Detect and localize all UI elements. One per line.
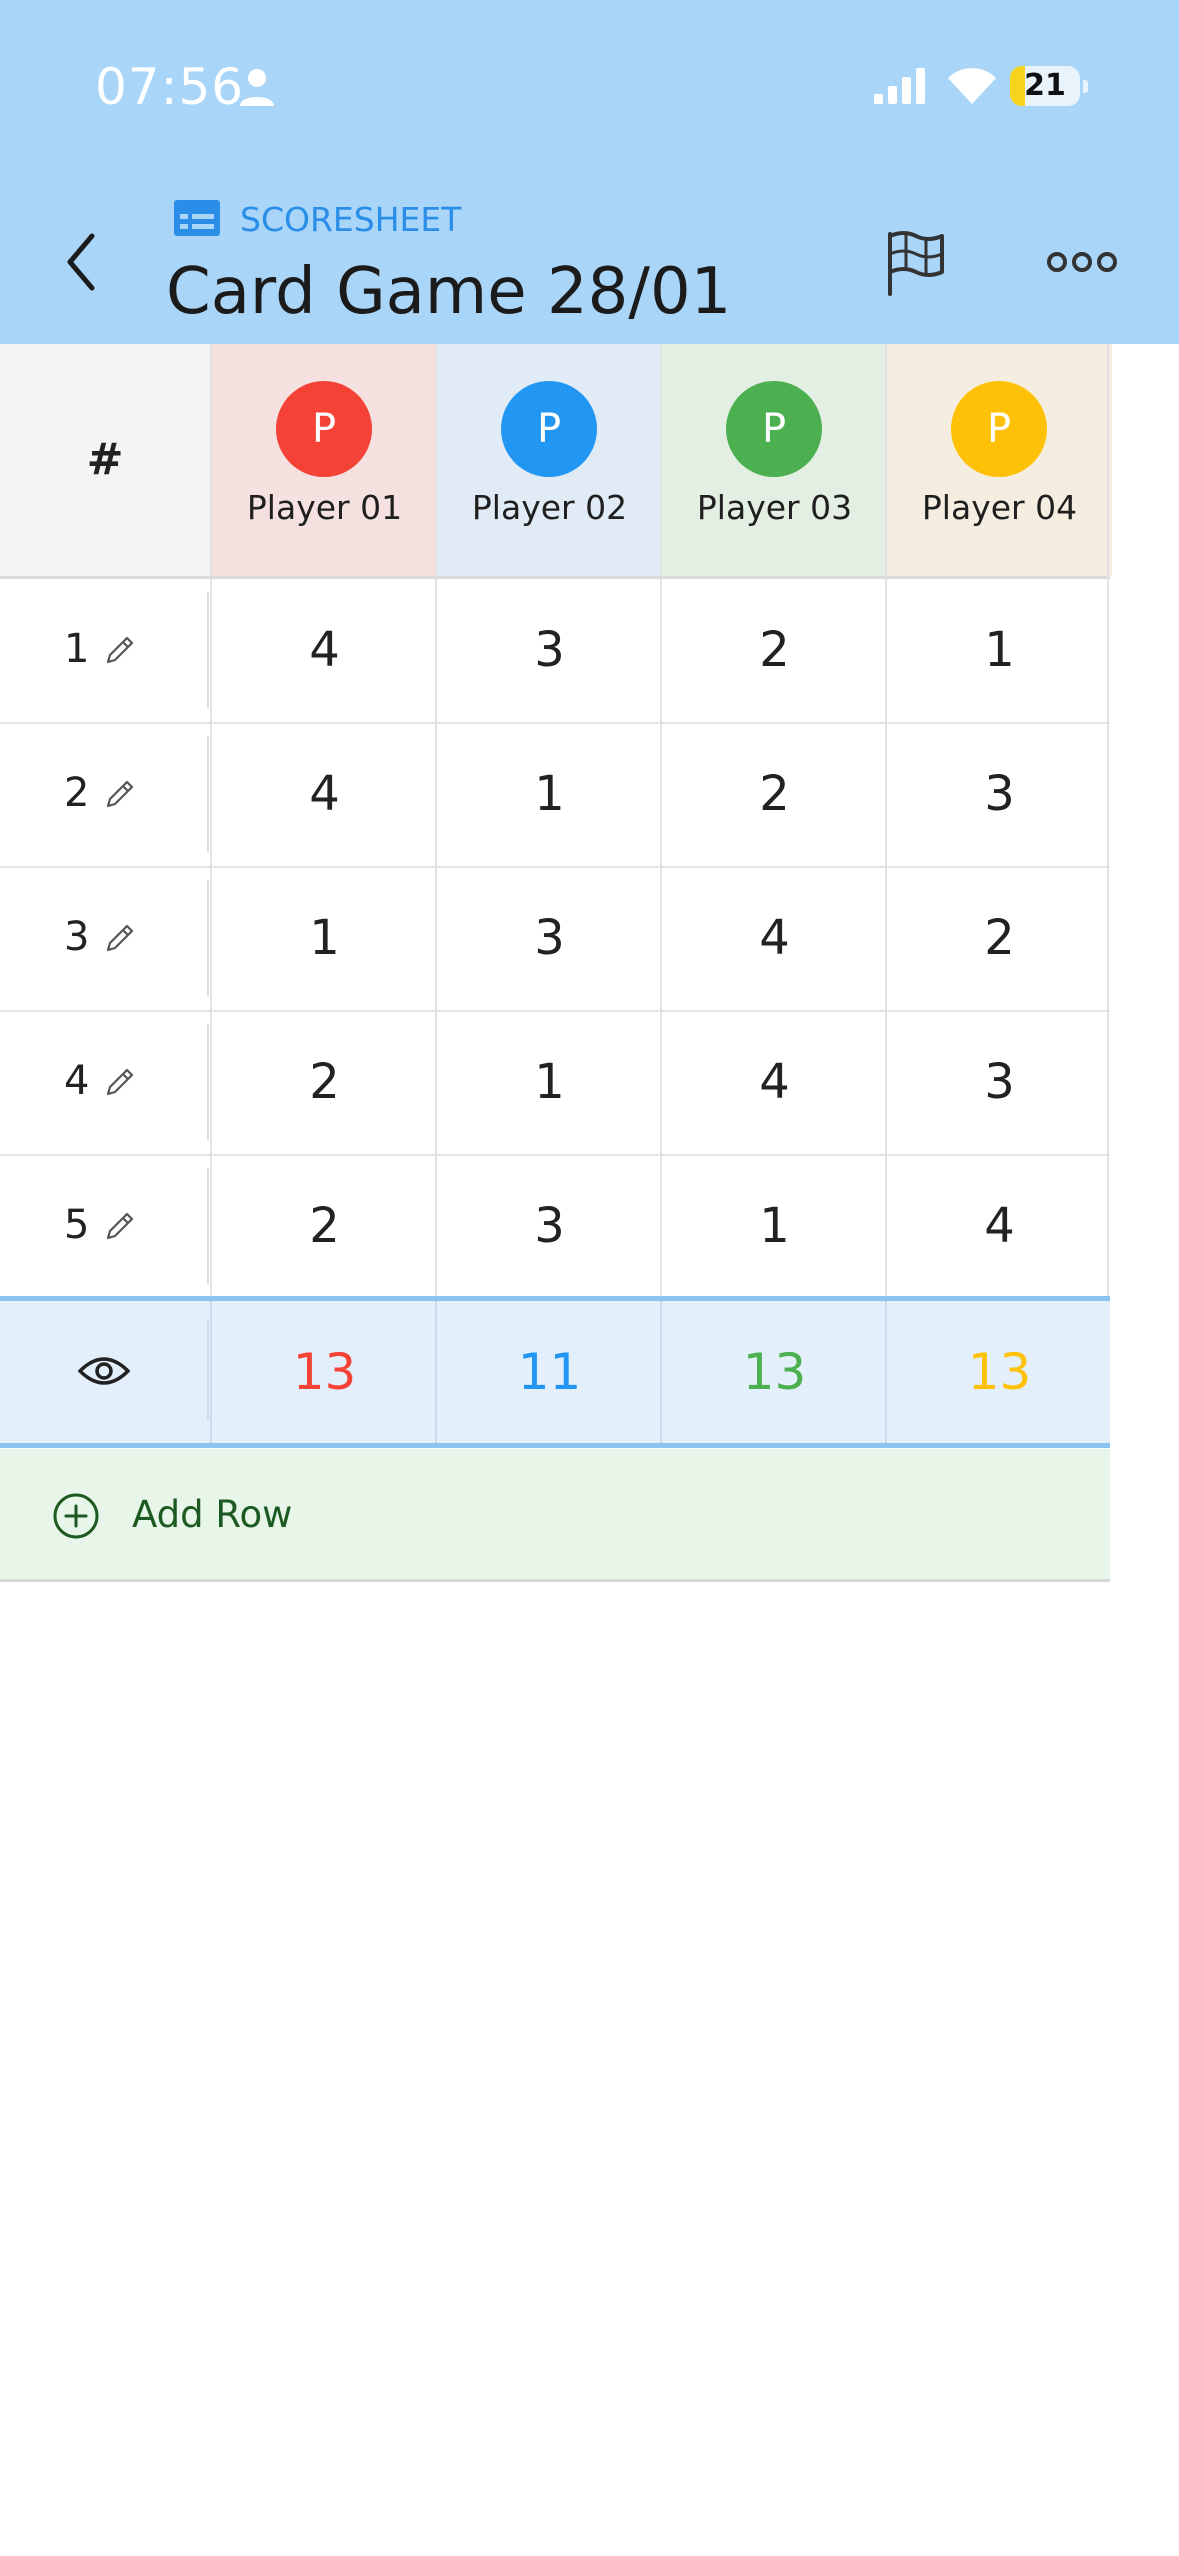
score-cell[interactable]: 2	[885, 866, 1112, 1010]
section-label: SCORESHEET	[240, 200, 462, 239]
player-name: Player 03	[696, 488, 853, 527]
pencil-edit-icon[interactable]	[102, 920, 138, 956]
row-divider	[207, 736, 209, 852]
avatar: P	[501, 381, 597, 477]
pencil-edit-icon[interactable]	[102, 1208, 138, 1244]
score-cell[interactable]: 3	[885, 722, 1112, 866]
score-cell[interactable]: 1	[435, 722, 662, 866]
row-number-cell[interactable]: 2	[0, 722, 210, 866]
row-number: 3	[64, 914, 90, 960]
row-divider	[207, 880, 209, 996]
score-cell[interactable]: 2	[210, 1010, 437, 1154]
row-divider	[207, 592, 209, 708]
table-row: 14321	[0, 578, 1110, 724]
row-number-cell[interactable]: 5	[0, 1154, 210, 1298]
flag-icon[interactable]	[880, 228, 950, 298]
score-cell[interactable]: 1	[435, 1010, 662, 1154]
score-cell[interactable]: 3	[885, 1010, 1112, 1154]
totals-divider	[207, 1321, 209, 1421]
totals-row: 13 11 13 13	[0, 1296, 1110, 1448]
row-number-cell[interactable]: 4	[0, 1010, 210, 1154]
player-header-4[interactable]: P Player 04	[885, 344, 1112, 576]
add-row-label: Add Row	[132, 1493, 293, 1536]
player-name: Player 01	[246, 488, 403, 527]
pencil-edit-icon[interactable]	[102, 632, 138, 668]
score-cell[interactable]: 4	[210, 578, 437, 722]
player-header-2[interactable]: P Player 02	[435, 344, 662, 576]
row-number-cell[interactable]: 1	[0, 578, 210, 722]
total-player-1: 13	[210, 1301, 437, 1443]
battery-level: 21	[1024, 68, 1066, 103]
total-player-2: 11	[435, 1301, 662, 1443]
player-header-3[interactable]: P Player 03	[660, 344, 887, 576]
avatar: P	[951, 381, 1047, 477]
avatar: P	[276, 381, 372, 477]
score-cell[interactable]: 2	[210, 1154, 437, 1298]
pencil-edit-icon[interactable]	[102, 1064, 138, 1100]
score-cell[interactable]: 1	[210, 866, 437, 1010]
score-cell[interactable]: 4	[660, 866, 887, 1010]
table-row: 31342	[0, 866, 1110, 1012]
table-row: 5 2314	[0, 1154, 1110, 1300]
score-cell[interactable]: 4	[660, 1010, 887, 1154]
table-row: 42143	[0, 1010, 1110, 1156]
score-cell[interactable]: 4	[210, 722, 437, 866]
score-cell[interactable]: 4	[885, 1154, 1112, 1298]
person-icon	[240, 69, 274, 106]
page-title: Card Game 28/01	[166, 255, 732, 329]
battery-nub	[1083, 80, 1088, 93]
row-number: 1	[64, 626, 90, 672]
score-cell[interactable]: 3	[435, 1154, 662, 1298]
battery-icon: 21	[1010, 66, 1080, 106]
total-player-3: 13	[660, 1301, 887, 1443]
row-number: 2	[64, 770, 90, 816]
row-number: 5	[64, 1202, 90, 1248]
wifi-icon	[948, 68, 996, 104]
player-header-1[interactable]: P Player 01	[210, 344, 437, 576]
score-cell[interactable]: 3	[435, 866, 662, 1010]
row-number: 4	[64, 1058, 90, 1104]
round-number-header: #	[0, 344, 210, 576]
status-time: 07:56	[95, 58, 245, 116]
score-cell[interactable]: 2	[660, 722, 887, 866]
add-row-button[interactable]: Add Row	[0, 1449, 1110, 1582]
row-divider	[207, 1024, 209, 1140]
score-cell[interactable]: 3	[435, 578, 662, 722]
player-name: Player 02	[471, 488, 628, 527]
pencil-edit-icon[interactable]	[102, 776, 138, 812]
row-number-cell[interactable]: 3	[0, 866, 210, 1010]
eye-icon[interactable]	[78, 1353, 130, 1389]
back-chevron-icon[interactable]	[50, 220, 120, 304]
avatar: P	[726, 381, 822, 477]
table-icon	[174, 200, 220, 236]
table-header-row: # P Player 01 P Player 02 P Player 03 P …	[0, 344, 1112, 579]
table-right-border	[1107, 344, 1109, 1296]
signal-icon	[874, 68, 925, 104]
score-cell[interactable]: 2	[660, 578, 887, 722]
more-dots-icon[interactable]	[1046, 240, 1118, 284]
table-row: 24123	[0, 722, 1110, 868]
player-name: Player 04	[921, 488, 1078, 527]
app-header: 07:56 21 SCORESHEET Card Game 28/01	[0, 0, 1179, 344]
score-cell[interactable]: 1	[660, 1154, 887, 1298]
add-circle-icon	[53, 1493, 99, 1539]
row-divider	[207, 1168, 209, 1284]
total-player-4: 13	[885, 1301, 1112, 1443]
score-cell[interactable]: 1	[885, 578, 1112, 722]
